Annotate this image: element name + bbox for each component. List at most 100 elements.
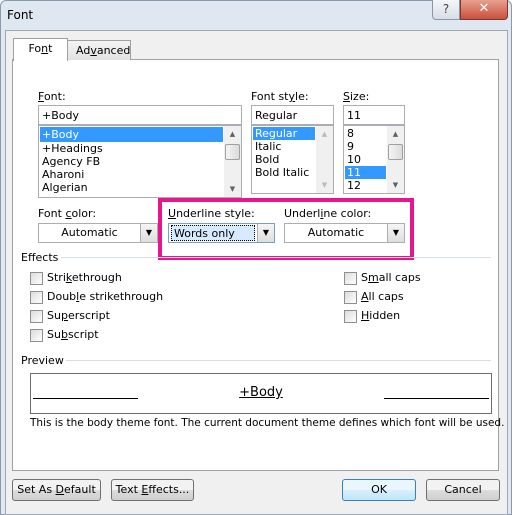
strikethrough-checkbox[interactable] bbox=[30, 272, 43, 285]
dropdown-value: Automatic bbox=[61, 226, 118, 239]
tab-advanced[interactable]: Advanced bbox=[67, 40, 131, 60]
scroll-down-icon[interactable]: ▼ bbox=[316, 181, 333, 189]
font-style-scrollbar[interactable]: ▲ ▼ bbox=[316, 126, 333, 193]
all-caps-label[interactable]: All caps bbox=[361, 290, 404, 303]
label-text: m bbox=[367, 271, 379, 284]
ok-button[interactable]: OK bbox=[342, 479, 416, 501]
label-text: nderline style: bbox=[176, 207, 255, 220]
scroll-up-icon[interactable]: ▲ bbox=[224, 130, 241, 138]
label-text: b bbox=[60, 328, 68, 341]
subscript-label[interactable]: Subscript bbox=[47, 328, 99, 341]
font-style-label: Font style: bbox=[251, 90, 309, 103]
underline-style-label: Underline style: bbox=[168, 207, 255, 220]
scroll-up-icon[interactable]: ▲ bbox=[316, 130, 333, 138]
cancel-button[interactable]: Cancel bbox=[426, 479, 500, 501]
scroll-down-icon[interactable]: ▼ bbox=[224, 185, 241, 193]
label-text: erscript bbox=[67, 309, 110, 322]
tab-font[interactable]: Font bbox=[13, 38, 68, 61]
chevron-down-icon[interactable]: ▼ bbox=[387, 224, 404, 242]
font-color-label: Font color: bbox=[38, 207, 96, 220]
label-text: Set As bbox=[17, 483, 56, 496]
set-as-default-button[interactable]: Set As Default bbox=[12, 479, 101, 501]
accel: S bbox=[343, 90, 350, 103]
label-text: Doub bbox=[47, 290, 77, 303]
label-text: D bbox=[55, 483, 65, 496]
label-text: Text bbox=[115, 483, 142, 496]
superscript-label[interactable]: Superscript bbox=[47, 309, 110, 322]
label-text: ll caps bbox=[368, 290, 404, 303]
font-input[interactable]: +Body bbox=[38, 105, 242, 125]
label-text: Font bbox=[38, 207, 66, 220]
label-text: Su bbox=[47, 309, 61, 322]
label-text: A bbox=[361, 290, 369, 303]
font-list-item[interactable]: Aharoni bbox=[40, 168, 240, 181]
effects-divider bbox=[61, 257, 491, 258]
label-text: ont: bbox=[43, 90, 66, 103]
size-item[interactable]: 11 bbox=[345, 166, 386, 179]
underline-style-dropdown[interactable]: Words only ▼ bbox=[168, 223, 275, 243]
label-text: idden bbox=[369, 309, 401, 322]
preview-heading: Preview bbox=[21, 354, 64, 367]
font-list-item[interactable]: +Body bbox=[40, 127, 223, 142]
scroll-up-icon[interactable]: ▲ bbox=[387, 130, 404, 138]
label-text: Stri bbox=[47, 271, 66, 284]
effects-heading: Effects bbox=[21, 251, 59, 264]
preview-divider bbox=[66, 360, 491, 361]
label-text: ethrough bbox=[71, 271, 122, 284]
label-text: olor: bbox=[71, 207, 97, 220]
label-text: Underl bbox=[284, 207, 321, 220]
size-input[interactable]: 11 bbox=[343, 105, 405, 125]
underline-color-dropdown[interactable]: Automatic ▼ bbox=[284, 223, 405, 243]
double-strikethrough-checkbox[interactable] bbox=[30, 291, 43, 304]
hidden-checkbox[interactable] bbox=[344, 310, 357, 323]
label-text: ne color: bbox=[323, 207, 372, 220]
font-list[interactable]: +Body +Headings Agency FB Aharoni Algeri… bbox=[38, 125, 242, 198]
tab-label: t bbox=[48, 42, 53, 55]
size-scrollbar[interactable]: ▲ ▼ bbox=[387, 126, 404, 193]
font-list-item[interactable]: Algerian bbox=[40, 181, 240, 194]
close-button[interactable]: ✕ bbox=[460, 0, 508, 20]
all-caps-checkbox[interactable] bbox=[344, 291, 357, 304]
preview-box: +Body bbox=[30, 373, 492, 414]
window-title: Font bbox=[7, 8, 34, 22]
double-strikethrough-label[interactable]: Double strikethrough bbox=[47, 290, 163, 303]
font-style-input[interactable]: Regular bbox=[251, 105, 334, 125]
label-text: Su bbox=[47, 328, 61, 341]
font-style-list[interactable]: Regular Italic Bold Bold Italic ▲ ▼ bbox=[251, 125, 334, 194]
font-color-dropdown[interactable]: Automatic ▼ bbox=[38, 223, 158, 243]
font-list-item[interactable]: +Headings bbox=[40, 142, 240, 155]
preview-description: This is the body theme font. The current… bbox=[30, 417, 505, 429]
scroll-down-icon[interactable]: ▼ bbox=[387, 181, 404, 189]
size-list[interactable]: 8 9 10 11 12 ▲ ▼ bbox=[343, 125, 405, 194]
preview-line-right bbox=[384, 398, 489, 399]
superscript-checkbox[interactable] bbox=[30, 310, 43, 323]
subscript-checkbox[interactable] bbox=[30, 329, 43, 342]
dropdown-value: Words only bbox=[171, 225, 255, 241]
small-caps-checkbox[interactable] bbox=[344, 272, 357, 285]
tab-label: anced bbox=[96, 44, 131, 57]
label-text: S bbox=[361, 271, 368, 284]
strikethrough-label[interactable]: Strikethrough bbox=[47, 271, 122, 284]
chevron-down-icon[interactable]: ▼ bbox=[257, 224, 274, 242]
size-label: Size: bbox=[343, 90, 369, 103]
small-caps-label[interactable]: Small caps bbox=[361, 271, 421, 284]
underline-color-label: Underline color: bbox=[284, 207, 371, 220]
tab-label: Ad bbox=[76, 44, 91, 57]
font-list-scrollbar[interactable]: ▲ ▼ bbox=[224, 126, 241, 197]
help-button[interactable]: ? bbox=[432, 0, 460, 20]
font-style-item[interactable]: Regular bbox=[253, 127, 315, 140]
label-text: efault bbox=[64, 483, 96, 496]
scroll-thumb[interactable] bbox=[225, 144, 240, 160]
scroll-thumb[interactable] bbox=[388, 144, 403, 160]
label-text: ize: bbox=[349, 90, 370, 103]
tab-label: Fo bbox=[28, 42, 42, 55]
chevron-down-icon[interactable]: ▼ bbox=[140, 224, 157, 242]
font-label: Font: bbox=[38, 90, 66, 103]
font-list-item[interactable]: Agency FB bbox=[40, 155, 240, 168]
dropdown-value: Automatic bbox=[307, 226, 365, 239]
label-text: ffects... bbox=[148, 483, 190, 496]
text-effects-button[interactable]: Text Effects... bbox=[111, 479, 194, 501]
hidden-label[interactable]: Hidden bbox=[361, 309, 400, 322]
label-text: Font st bbox=[251, 90, 289, 103]
accel: U bbox=[168, 207, 177, 220]
